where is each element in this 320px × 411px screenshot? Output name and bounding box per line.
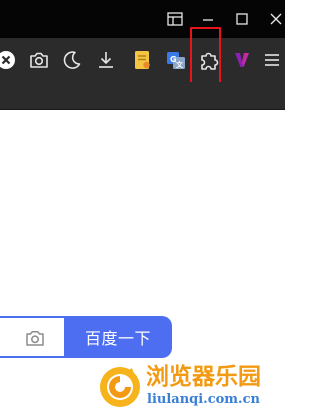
watermark-logo: [96, 364, 144, 410]
svg-text:文: 文: [176, 60, 184, 69]
camera-icon[interactable]: [25, 46, 53, 74]
search-button[interactable]: 百度一下: [64, 316, 172, 358]
window-titlebar: [0, 0, 285, 38]
bookmarks-bar: [0, 82, 285, 110]
moon-icon[interactable]: [58, 46, 86, 74]
menu-icon[interactable]: [258, 46, 286, 74]
image-search-icon[interactable]: [24, 327, 46, 349]
translate-extension-icon[interactable]: G文: [162, 46, 190, 74]
v-extension-icon[interactable]: [228, 46, 256, 74]
watermark-name: 浏览器乐园: [146, 364, 261, 390]
watermark-domain: liulanqi.com.cn: [147, 392, 260, 407]
close-circle-icon[interactable]: [0, 46, 20, 74]
minimize-icon[interactable]: [198, 9, 218, 29]
extension-highlight-box: [190, 27, 221, 85]
notes-extension-icon[interactable]: [128, 46, 156, 74]
download-icon[interactable]: [92, 46, 120, 74]
toolbar-divider: [0, 109, 285, 110]
maximize-icon[interactable]: [232, 9, 252, 29]
close-icon[interactable]: [266, 9, 286, 29]
browser-toolbar: G文: [0, 38, 285, 82]
tab-layout-icon[interactable]: [165, 9, 185, 29]
